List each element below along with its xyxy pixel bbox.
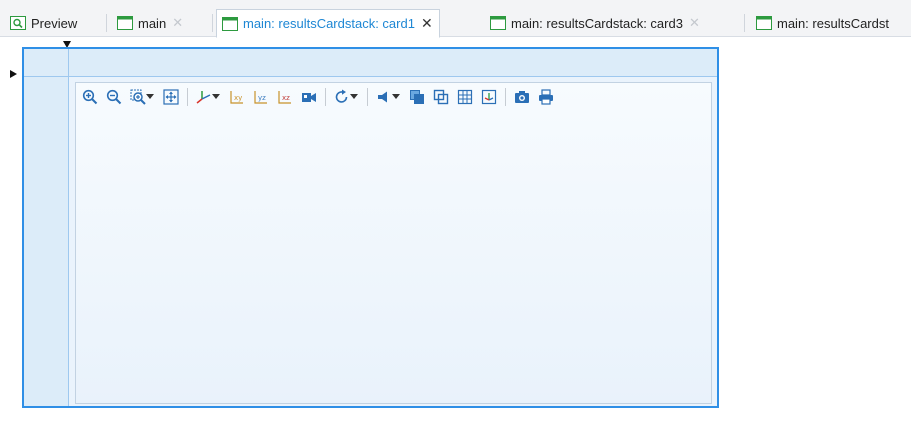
yz-plane-icon: yz: [254, 91, 267, 104]
rotate-dropdown[interactable]: [349, 87, 359, 107]
tab-main[interactable]: main ✕: [117, 11, 183, 35]
tab-results-card1[interactable]: main: resultsCardstack: card1 ✕: [216, 9, 440, 38]
window-icon: [117, 16, 133, 30]
svg-text:yz: yz: [258, 94, 266, 102]
chevron-down-icon: [212, 94, 220, 99]
xz-plane-icon: xz: [278, 91, 291, 104]
toolbar-separator: [367, 88, 368, 106]
transparency-icon: [410, 90, 424, 104]
tab-divider: [212, 14, 213, 32]
zoom-out-button[interactable]: [104, 87, 124, 107]
image-snapshot-icon: [515, 91, 529, 103]
row-marker-icon[interactable]: [10, 70, 17, 78]
print-button[interactable]: [536, 87, 556, 107]
axis-triad-icon: [481, 89, 497, 105]
editor-tab-strip: Preview main ✕ main: resultsCardstack: c…: [0, 0, 911, 38]
axis-orientation-icon: [196, 91, 211, 104]
yz-plane-button[interactable]: yz: [251, 87, 271, 107]
camera-movie-icon: [302, 93, 316, 102]
window-icon: [756, 16, 772, 30]
results-card-grid[interactable]: xy yz xz: [22, 47, 719, 408]
window-icon: [490, 16, 506, 30]
graphics-toolbar: xy yz xz: [80, 86, 560, 108]
view-orientation-dropdown[interactable]: [211, 87, 221, 107]
grid-icon: [457, 89, 473, 105]
chevron-down-icon: [392, 94, 400, 99]
tab-label: main: resultsCardst: [777, 15, 889, 31]
graphics-plot-panel[interactable]: xy yz xz: [75, 82, 712, 404]
axis-triad-button[interactable]: [479, 87, 499, 107]
toolbar-separator: [187, 88, 188, 106]
camera-button[interactable]: [299, 87, 319, 107]
close-icon[interactable]: ✕: [421, 15, 433, 32]
tab-label: main: [138, 15, 167, 31]
chevron-down-icon: [146, 94, 154, 99]
zoom-extents-icon: [163, 89, 179, 105]
wireframe-icon: [433, 89, 449, 105]
tab-label: main: resultsCardstack: card3: [511, 15, 683, 31]
xy-plane-icon: xy: [230, 91, 243, 104]
toolbar-separator: [325, 88, 326, 106]
image-snapshot-button[interactable]: [512, 87, 532, 107]
chevron-down-icon: [350, 94, 358, 99]
tab-preview[interactable]: Preview: [10, 11, 77, 35]
tab-results-card-other[interactable]: main: resultsCardst: [756, 11, 889, 35]
window-icon: [222, 16, 238, 31]
grid-button[interactable]: [455, 87, 475, 107]
form-designer-canvas: xy yz xz: [8, 36, 911, 441]
zoom-in-button[interactable]: [80, 87, 100, 107]
wireframe-button[interactable]: [431, 87, 451, 107]
xy-plane-button[interactable]: xy: [227, 87, 247, 107]
svg-text:xy: xy: [234, 94, 242, 102]
tab-label: Preview: [31, 15, 78, 31]
print-icon: [539, 89, 553, 105]
tab-divider: [106, 14, 107, 32]
zoom-dropdown-button[interactable]: [145, 87, 155, 107]
transparency-button[interactable]: [407, 87, 427, 107]
preview-icon: [10, 16, 26, 30]
zoom-box-icon: [130, 89, 146, 105]
rotate-icon: [335, 89, 348, 103]
tab-label: main: resultsCardstack: card1: [243, 16, 415, 31]
scene-light-icon: [378, 91, 387, 103]
toolbar-separator: [505, 88, 506, 106]
close-icon[interactable]: ✕: [172, 15, 183, 31]
zoom-in-icon: [82, 89, 98, 105]
svg-text:xz: xz: [282, 94, 290, 102]
tab-results-card3[interactable]: main: resultsCardstack: card3 ✕: [490, 11, 700, 35]
scene-light-dropdown[interactable]: [391, 87, 401, 107]
zoom-extents-button[interactable]: [161, 87, 181, 107]
close-icon[interactable]: ✕: [689, 15, 700, 31]
xz-plane-button[interactable]: xz: [275, 87, 295, 107]
zoom-out-icon: [106, 89, 122, 105]
tab-divider: [744, 14, 745, 32]
